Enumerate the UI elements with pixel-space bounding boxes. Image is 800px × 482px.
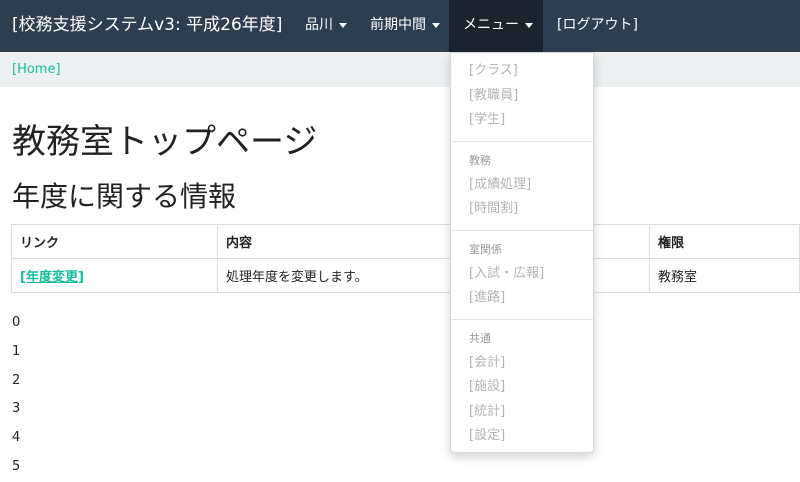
app-brand[interactable]: [校務支援システムv3: 平成26年度] <box>12 0 282 52</box>
list-item: 0 <box>12 315 21 330</box>
nav-campus-dropdown[interactable]: 品川 <box>291 0 361 52</box>
menu-item-timetable[interactable]: [時間割] <box>469 199 518 219</box>
breadcrumb-home-link[interactable]: [Home] <box>12 52 61 87</box>
menu-group-header-office: 室関係 <box>469 243 502 256</box>
logout-link[interactable]: [ログアウト] <box>543 0 652 52</box>
menu-divider <box>451 230 593 231</box>
breadcrumb: [Home] <box>0 52 800 87</box>
nav-term-label: 前期中間 <box>370 17 426 33</box>
menu-item-class[interactable]: [クラス] <box>469 61 518 81</box>
navbar: [校務支援システムv3: 平成26年度] 品川 前期中間 メニュー [ログアウト… <box>0 0 800 52</box>
caret-down-icon <box>525 22 533 28</box>
table-cell-link: [年度変更] <box>11 258 218 293</box>
list-item: 4 <box>12 430 21 446</box>
list-item: 3 <box>12 401 21 417</box>
table-cell-permission: 教務室 <box>649 258 800 293</box>
menu-item-staff[interactable]: [教職員] <box>469 86 518 106</box>
menu-item-settings[interactable]: [設定] <box>469 426 505 446</box>
menu-item-facilities[interactable]: [施設] <box>469 377 505 397</box>
menu-group-header-common: 共通 <box>469 332 491 345</box>
table-header-row: リンク 内容 権限 <box>11 224 800 259</box>
year-info-table: リンク 内容 権限 [年度変更] 処理年度を変更します。 教務室 <box>11 224 800 293</box>
menu-group-header-academic: 教務 <box>469 154 491 167</box>
number-list: 0 1 2 3 4 5 <box>12 309 20 482</box>
menu-item-admissions[interactable]: [入試・広報] <box>469 264 544 284</box>
list-item: 1 <box>12 343 21 359</box>
menu-item-career[interactable]: [進路] <box>469 288 505 308</box>
menu-item-students[interactable]: [学生] <box>469 110 505 130</box>
list-item: 5 <box>12 458 21 474</box>
menu-item-grades[interactable]: [成績処理] <box>469 175 531 195</box>
change-year-link[interactable]: [年度変更] <box>20 270 84 285</box>
column-header-permission: 権限 <box>649 224 800 259</box>
menu-divider <box>451 319 593 320</box>
caret-down-icon <box>339 22 347 28</box>
nav-campus-label: 品川 <box>305 17 333 33</box>
menu-dropdown: [クラス] [教職員] [学生] 教務 [成績処理] [時間割] 室関係 [入試… <box>450 52 594 453</box>
caret-down-icon <box>432 22 440 28</box>
nav-menu-dropdown[interactable]: メニュー <box>449 0 543 52</box>
list-item: 2 <box>12 372 21 388</box>
column-header-link: リンク <box>11 224 218 259</box>
nav-menu-label: メニュー <box>463 17 519 33</box>
page-title: 教務室トップページ <box>12 122 318 162</box>
menu-item-statistics[interactable]: [統計] <box>469 402 505 422</box>
menu-divider <box>451 141 593 142</box>
nav-term-dropdown[interactable]: 前期中間 <box>356 0 454 52</box>
table-row: [年度変更] 処理年度を変更します。 教務室 <box>11 258 800 293</box>
section-title: 年度に関する情報 <box>12 180 237 213</box>
menu-item-accounting[interactable]: [会計] <box>469 353 505 373</box>
